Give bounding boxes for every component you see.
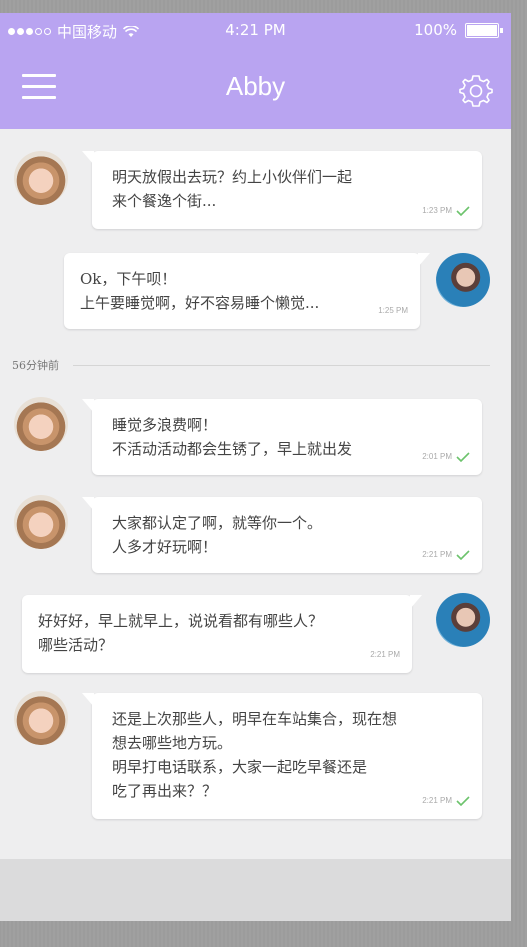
chat-thread[interactable]: 明天放假出去玩？约上小伙伴们一起 来个餐逸个街... 1:23 PM Ok，下午… [0,129,511,859]
divider-label: 56分钟前 [12,359,59,372]
message-bubble[interactable]: 大家都认定了啊，就等你一个。 人多才好玩啊！ 2:21 PM [82,497,482,573]
message-meta: 1:23 PM [422,199,470,223]
time-divider: 56分钟前 [12,357,490,373]
battery-status: 100% [414,21,503,39]
male-avatar[interactable] [436,253,490,307]
read-check-icon [456,796,470,806]
nav-bar: Abby [0,49,511,129]
message-text: Ok，下午呗！ 上午要睡觉啊，好不容易睡个懒觉... [80,270,320,312]
message-time: 2:01 PM [422,452,452,461]
message-bubble[interactable]: Ok，下午呗！ 上午要睡觉啊，好不容易睡个懒觉... 1:25 PM [64,253,430,329]
message-time: 1:25 PM [378,306,408,315]
battery-percentage: 100% [414,21,457,39]
phone-screen: 中国移动 4:21 PM 100% Abby 明天放假出去玩？约上小伙伴们一起 … [0,13,511,921]
message-bubble[interactable]: 好好好，早上就早上，说说看都有哪些人？ 哪些活动？ 2:21 PM [22,595,422,673]
status-bar: 中国移动 4:21 PM 100% [0,13,511,49]
message-bubble[interactable]: 睡觉多浪费啊！ 不活动活动都会生锈了，早上就出发 2:01 PM [82,399,482,475]
message-meta: 2:21 PM [370,643,400,667]
message-text: 好好好，早上就早上，说说看都有哪些人？ 哪些活动？ [38,612,324,654]
gear-icon[interactable] [459,74,493,108]
message-text: 还是上次那些人，明早在车站集合，现在想 想去哪些地方玩。 明早打电话联系，大家一… [112,710,398,800]
message-time: 2:21 PM [422,796,452,805]
page-title: Abby [225,71,286,101]
message-time: 2:21 PM [370,650,400,659]
female-avatar[interactable] [14,691,68,745]
message-bubble[interactable]: 明天放假出去玩？约上小伙伴们一起 来个餐逸个街... 1:23 PM [82,151,482,229]
female-avatar[interactable] [14,151,68,205]
message-time: 2:21 PM [422,550,452,559]
message-meta: 2:21 PM [422,543,470,567]
read-check-icon [456,206,470,216]
read-check-icon [456,550,470,560]
message-bubble[interactable]: 还是上次那些人，明早在车站集合，现在想 想去哪些地方玩。 明早打电话联系，大家一… [82,693,482,819]
message-meta: 1:25 PM [378,299,408,323]
female-avatar[interactable] [14,495,68,549]
message-time: 1:23 PM [422,206,452,215]
read-check-icon [456,452,470,462]
message-meta: 2:21 PM [422,789,470,813]
divider-line [73,364,490,366]
female-avatar[interactable] [14,397,68,451]
input-bar[interactable] [0,859,511,921]
battery-icon [465,22,503,38]
male-avatar[interactable] [436,593,490,647]
message-meta: 2:01 PM [422,445,470,469]
